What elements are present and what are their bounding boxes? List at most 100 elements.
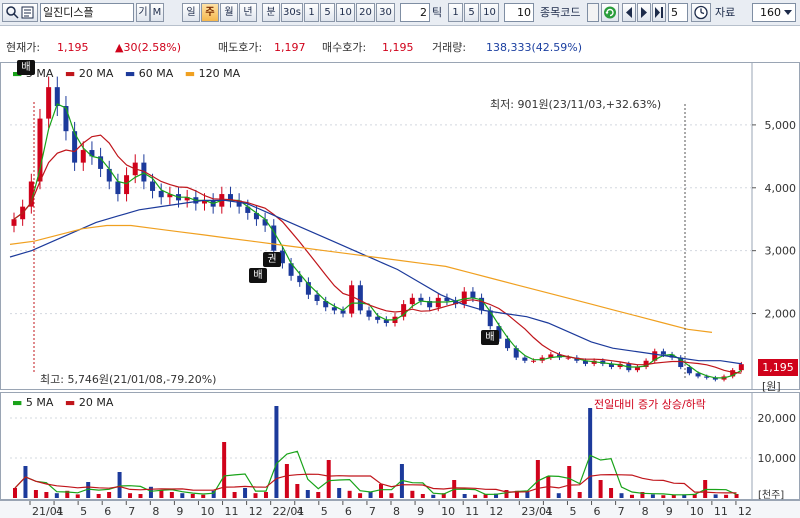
time-axis-tick-label: 8 <box>642 505 649 518</box>
event-badge-dividend[interactable]: 배 <box>17 60 35 75</box>
volume-bar <box>598 480 603 498</box>
chevron-down-icon <box>784 10 792 15</box>
volume-bar <box>180 493 185 498</box>
tick-1-button[interactable]: 1 <box>448 3 463 22</box>
volume-bar <box>33 490 38 498</box>
minute-30-button[interactable]: 30 <box>376 3 395 22</box>
volume-bar <box>232 492 237 498</box>
period-week-button[interactable]: 주 <box>201 3 219 22</box>
event-badge-dividend-2[interactable]: 배 <box>249 268 267 283</box>
gi-button[interactable]: 기 <box>136 3 150 22</box>
minute-5-button[interactable]: 5 <box>320 3 335 22</box>
period-year-button[interactable]: 년 <box>239 3 257 22</box>
volume-bar <box>23 466 28 498</box>
legend-vol-ma20: ▬ 20 MA <box>64 396 114 409</box>
quote-info-bar: 현재가: 1,195 ▲30(2.58%) 매도호가: 1,197 매수호가: … <box>0 37 800 59</box>
time-axis-tick-label: 9 <box>417 505 424 518</box>
volume-bar <box>473 494 478 498</box>
low-price-annotation: 최저: 901원(23/11/03,+32.63%) <box>490 98 662 111</box>
price-chart[interactable]: 2,000 3,000 4,000 5,000 <box>0 62 800 390</box>
minute-10-button[interactable]: 10 <box>336 3 355 22</box>
volume-bar <box>138 494 143 498</box>
stock-search-button[interactable] <box>2 3 38 22</box>
volume-bar <box>410 490 415 498</box>
stock-code-field[interactable] <box>587 3 599 22</box>
volume-chart-panel[interactable]: 10,000 20,000 ▬ 5 MA ▬ 20 MA 전일대비 증가 상승/하… <box>0 392 800 501</box>
candle-body <box>331 307 337 311</box>
volume-bar <box>389 493 394 498</box>
time-axis-tick-label: 5 <box>321 505 328 518</box>
data-count-select[interactable]: 160 <box>752 3 796 22</box>
volume-bar <box>201 494 206 498</box>
volume-note: 전일대비 증가 상승/하락 <box>594 398 706 411</box>
time-axis-tick-label: 7 <box>128 505 135 518</box>
time-axis-tick-label: 4 <box>56 505 63 518</box>
candle-body <box>565 357 571 359</box>
time-axis-tick-label: 8 <box>152 505 159 518</box>
volume-bar <box>535 460 540 498</box>
event-badge-rights[interactable]: 권 <box>263 252 281 267</box>
tick-custom-input[interactable]: 10 <box>504 3 534 22</box>
candle-body <box>37 118 43 182</box>
price-chart-panel[interactable]: 2,000 3,000 4,000 5,000 ▬ 5 MA ▬ 20 MA ▬ 60… <box>0 60 800 393</box>
period-30s-button[interactable]: 30s <box>281 3 303 22</box>
tick-10-button[interactable]: 10 <box>480 3 499 22</box>
price-change: ▲30(2.58%) <box>115 41 181 54</box>
candle-body <box>461 291 467 305</box>
step-input[interactable]: 5 <box>668 3 688 22</box>
bid-price-value: 1,195 <box>382 41 414 54</box>
toolbar: 일진디스플 기 M 일 주 월 년 분 30s 1 5 10 20 30 2 틱… <box>0 0 800 26</box>
volume-bar <box>420 494 425 498</box>
time-axis-tick-label: 12 <box>738 505 752 518</box>
clock-icon <box>694 5 708 20</box>
ask-price-value: 1,197 <box>274 41 306 54</box>
time-axis-tick-label: 11 <box>714 505 728 518</box>
candle-body <box>366 310 372 317</box>
volume-bar <box>190 494 195 498</box>
volume-bar <box>609 488 614 498</box>
candle-body <box>158 190 164 198</box>
volume-bar <box>243 488 248 498</box>
volume-bar <box>13 488 17 498</box>
prev-button[interactable] <box>622 3 636 22</box>
candle-body <box>349 285 355 314</box>
volume-bar <box>253 493 258 498</box>
candle-body <box>314 294 320 301</box>
volume-bar <box>128 493 133 498</box>
period-day-button[interactable]: 일 <box>182 3 200 22</box>
volume-bar <box>724 494 729 498</box>
time-axis-tick-label: 11 <box>465 505 479 518</box>
time-axis-tick-label: 6 <box>104 505 111 518</box>
legend-ma120: ▬ 120 MA <box>184 67 241 80</box>
volume-bar <box>222 442 227 498</box>
volume-bar <box>169 492 174 498</box>
price-axis-tick-label: 3,000 <box>765 245 797 258</box>
volume-bar <box>650 494 655 498</box>
event-badge-dividend-3[interactable]: 배 <box>481 330 499 345</box>
bid-price-label: 매수호가: <box>322 41 367 54</box>
next-button[interactable] <box>637 3 651 22</box>
refresh-button[interactable] <box>601 3 619 22</box>
stock-name-field[interactable]: 일진디스플 <box>40 3 134 22</box>
candle-body <box>409 297 415 305</box>
current-price-marker: 1,195 <box>758 359 798 376</box>
end-button[interactable] <box>652 3 666 22</box>
period-month-button[interactable]: 월 <box>220 3 238 22</box>
volume-bar <box>713 494 718 498</box>
candle-body <box>660 351 666 355</box>
volume-axis-tick-label: 20,000 <box>758 412 797 425</box>
ask-price-label: 매도호가: <box>218 41 263 54</box>
volume-bar <box>368 492 373 498</box>
timer-button[interactable] <box>691 3 711 22</box>
tick-5-button[interactable]: 5 <box>464 3 479 22</box>
current-price-label: 현재가: <box>6 41 41 54</box>
candle-body <box>80 150 86 163</box>
data-count-value: 160 <box>760 6 781 19</box>
minute-1-button[interactable]: 1 <box>304 3 319 22</box>
tick-count-input[interactable]: 2 <box>400 3 430 22</box>
period-minute-button[interactable]: 분 <box>262 3 280 22</box>
m-button[interactable]: M <box>150 3 164 22</box>
candle-body <box>46 87 52 119</box>
current-price-value: 1,195 <box>57 41 89 54</box>
minute-20-button[interactable]: 20 <box>356 3 375 22</box>
